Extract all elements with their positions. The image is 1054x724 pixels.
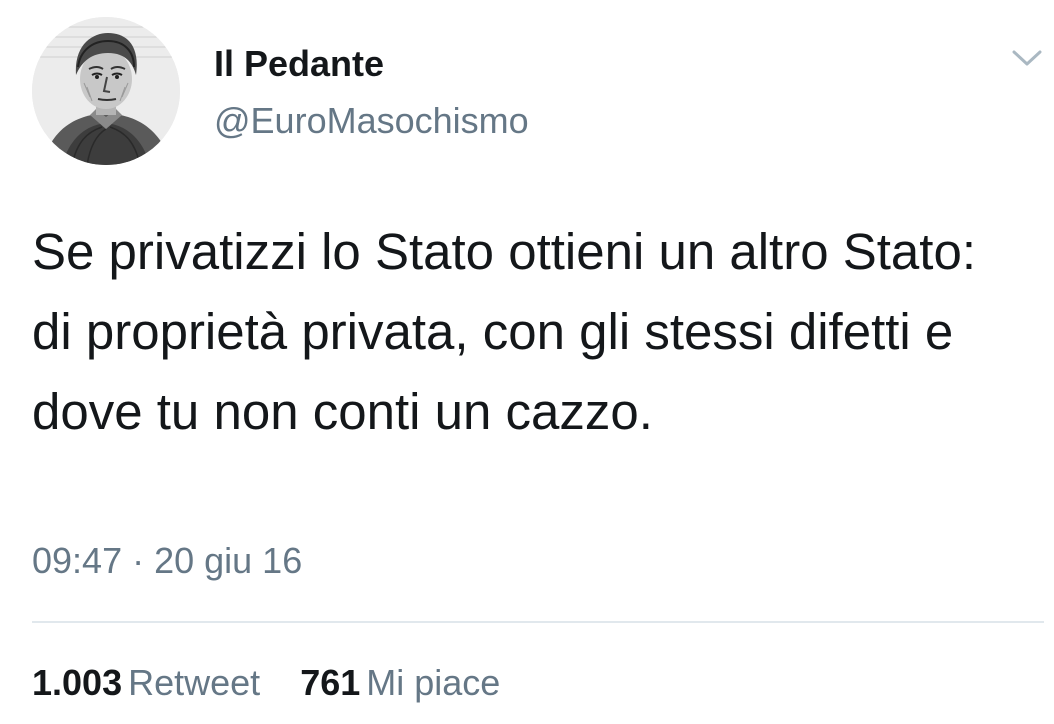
tweet-card: Il Pedante @EuroMasochismo Se privatizzi… [0, 0, 1054, 724]
likes-stat[interactable]: 761 Mi piace [300, 660, 500, 706]
likes-count: 761 [300, 662, 361, 703]
divider [32, 621, 1044, 623]
likes-label: Mi piace [366, 662, 501, 703]
author-display-name[interactable]: Il Pedante [214, 42, 384, 86]
tweet-stats: 1.003 Retweet 761 Mi piace [32, 660, 530, 706]
avatar[interactable] [32, 17, 180, 165]
tweet-timestamp[interactable]: 09:47 · 20 giu 16 [32, 539, 302, 583]
chevron-down-icon [1012, 50, 1042, 66]
retweets-stat[interactable]: 1.003 Retweet [32, 660, 260, 706]
tweet-menu-button[interactable] [1010, 44, 1044, 72]
author-handle[interactable]: @EuroMasochismo [214, 99, 529, 143]
tweet-text: Se privatizzi lo Stato ottieni un altro … [32, 223, 976, 440]
portrait-engraving-icon [32, 17, 180, 165]
retweets-count: 1.003 [32, 662, 123, 703]
retweets-label: Retweet [128, 662, 261, 703]
